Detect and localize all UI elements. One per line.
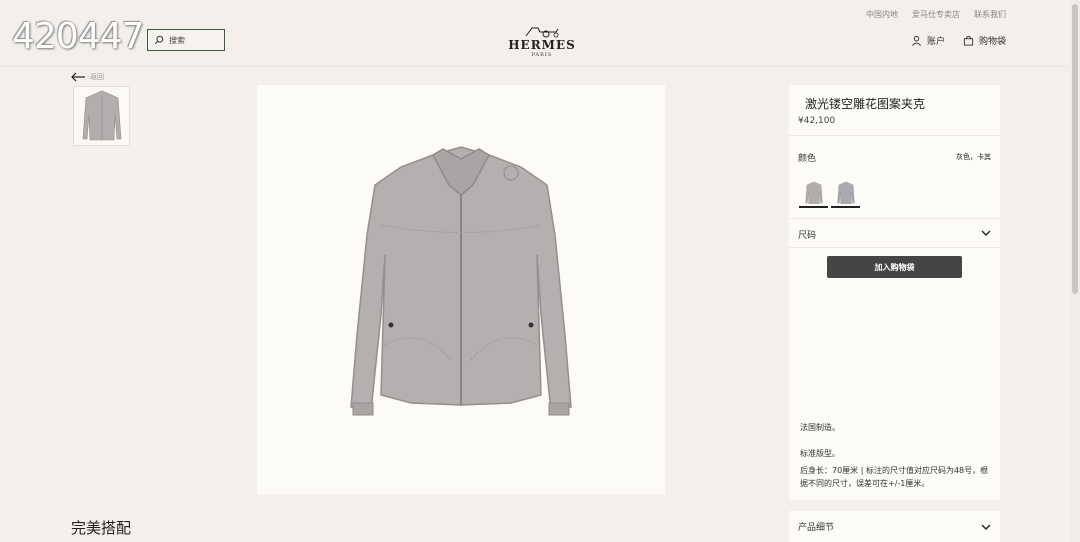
brand-city: PARIS <box>531 52 553 58</box>
jacket-swatch-image <box>836 181 855 204</box>
back-label: 返回 <box>90 73 104 81</box>
brand-logo[interactable]: HERMES PARIS <box>505 24 579 58</box>
chevron-down-icon[interactable] <box>981 228 991 238</box>
contact-link[interactable]: 联系我们 <box>974 9 1006 20</box>
product-price: ¥42,100 <box>798 116 836 126</box>
section-title: 完美搭配 <box>71 519 132 537</box>
product-measurements: 后身长：70厘米 | 标注的尺寸值对应尺码为48号，根据不同的尺寸，误差可在+/… <box>800 466 989 488</box>
jacket-thumbnail-image <box>82 90 121 141</box>
chevron-down-icon <box>981 524 991 530</box>
product-title: 激光镂空雕花图案夹克 <box>805 97 926 111</box>
add-to-bag-button[interactable]: 加入购物袋 <box>827 256 962 278</box>
scrollbar-thumb[interactable] <box>1072 4 1078 294</box>
carriage-icon <box>525 27 559 38</box>
product-details-accordion[interactable]: 产品细节 <box>789 511 1000 542</box>
cart-label: 购物袋 <box>978 37 1006 47</box>
user-icon <box>911 35 921 46</box>
back-link[interactable]: 返回 <box>71 72 104 82</box>
account-button[interactable]: 账户 <box>911 34 945 47</box>
color-swatch-khaki[interactable] <box>831 180 860 208</box>
region-link[interactable]: 中国内地 <box>866 9 898 20</box>
stores-link[interactable]: 爱马仕专卖店 <box>912 9 960 20</box>
header-top-links: 中国内地 爱马仕专卖店 联系我们 <box>866 9 1006 20</box>
divider <box>789 218 1000 219</box>
header-actions: 账户 购物袋 <box>911 34 1006 47</box>
search-icon <box>154 35 164 45</box>
product-thumbnail[interactable] <box>73 86 130 146</box>
size-label[interactable]: 尺码 <box>798 228 816 241</box>
account-label: 账户 <box>926 37 945 47</box>
product-main-image[interactable] <box>257 85 665 494</box>
watermark-number: 420447 <box>12 16 144 57</box>
scrollbar[interactable] <box>1070 0 1080 542</box>
divider <box>789 247 1000 248</box>
brand-name: HERMES <box>508 38 576 52</box>
color-swatch-gray[interactable] <box>799 180 828 208</box>
search-placeholder: 搜索 <box>169 35 185 45</box>
arrow-left-icon <box>71 72 85 82</box>
search-input[interactable]: 搜索 <box>147 29 225 51</box>
product-info-panel: 激光镂空雕花图案夹克 ¥42,100 颜色 灰色，卡其 尺码 加入购物袋 法国制… <box>789 85 1000 500</box>
header-divider <box>0 66 1080 67</box>
color-value: 灰色，卡其 <box>956 153 991 161</box>
product-origin: 法国制造。 <box>800 423 840 432</box>
product-fit: 标准版型。 <box>800 449 840 458</box>
divider <box>789 135 1000 136</box>
bag-icon <box>963 35 974 46</box>
product-details-label: 产品细节 <box>798 523 835 533</box>
cart-button[interactable]: 购物袋 <box>963 34 1006 47</box>
jacket-image <box>350 145 572 415</box>
jacket-swatch-image <box>804 181 823 204</box>
color-label: 颜色 <box>798 154 817 164</box>
